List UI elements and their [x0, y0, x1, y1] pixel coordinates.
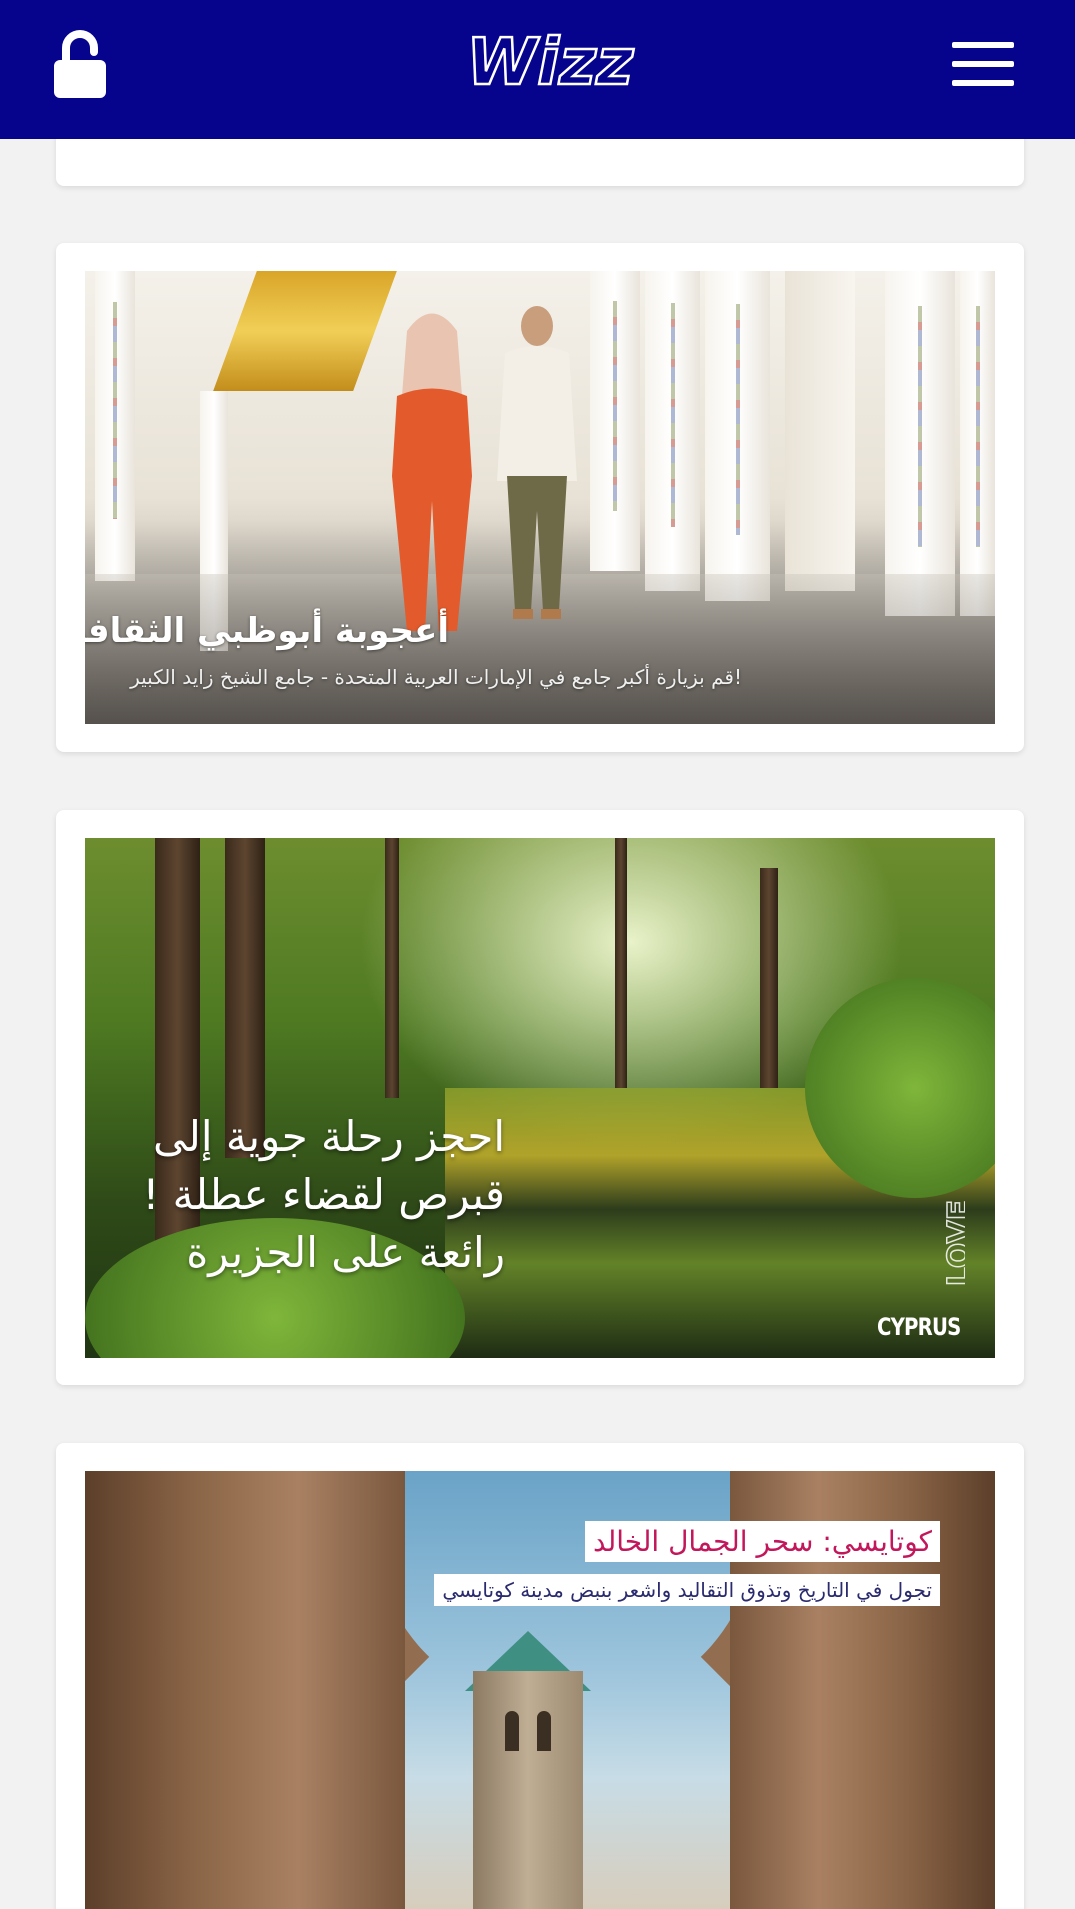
woman-figure [392, 313, 472, 631]
tree-trunk [615, 838, 627, 1088]
pillar [95, 271, 135, 581]
tree-trunk [385, 838, 399, 1098]
tree-trunk [760, 868, 778, 1088]
top-header: Wizz [0, 0, 1075, 139]
promo-card-cyprus[interactable]: احجز رحلة جوية إلى قبرص لقضاء عطلة !رائع… [56, 810, 1024, 1385]
svg-text:LOVE: LOVE [942, 1200, 965, 1286]
wizz-logo[interactable]: Wizz [464, 22, 636, 104]
cyprus-label: CYPRUS [877, 1313, 961, 1341]
love-cyprus-logo: LOVE [941, 1199, 965, 1287]
promo-title: أعجوبة أبوظبي الثقافية [85, 611, 449, 651]
stone-column-left [85, 1471, 405, 1909]
promo-image-forest: احجز رحلة جوية إلى قبرص لقضاء عطلة !رائع… [85, 838, 995, 1358]
pillar [960, 271, 995, 616]
promo-card-abu-dhabi[interactable]: أعجوبة أبوظبي الثقافية !قم بزيارة أكبر ج… [56, 243, 1024, 752]
promo-image-mosque: أعجوبة أبوظبي الثقافية !قم بزيارة أكبر ج… [85, 271, 995, 724]
pillar [590, 271, 640, 571]
svg-text:Wizz: Wizz [466, 26, 634, 100]
bell-tower [473, 1671, 583, 1909]
promo-subtitle: تجول في التاريخ وتذوق التقاليد واشعر بنب… [434, 1574, 940, 1606]
arch [785, 271, 855, 591]
gold-decoration [213, 271, 397, 391]
pillar [645, 271, 700, 591]
tower-window [505, 1711, 519, 1751]
pillar [885, 271, 955, 616]
hamburger-menu-icon[interactable] [952, 42, 1014, 86]
promo-title: احجز رحلة جوية إلى قبرص لقضاء عطلة !رائع… [142, 1112, 505, 1277]
tower-window [537, 1711, 551, 1751]
promo-image-kutaisi: كوتايسي: سحر الجمال الخالد تجول في التار… [85, 1471, 995, 1909]
unlock-icon[interactable] [52, 28, 108, 100]
pillar [705, 271, 770, 601]
promo-card-kutaisi[interactable]: كوتايسي: سحر الجمال الخالد تجول في التار… [56, 1443, 1024, 1909]
man-figure [497, 306, 577, 619]
promo-subtitle: !قم بزيارة أكبر جامع في الإمارات العربية… [130, 665, 742, 689]
promo-title: كوتايسي: سحر الجمال الخالد [585, 1521, 940, 1562]
